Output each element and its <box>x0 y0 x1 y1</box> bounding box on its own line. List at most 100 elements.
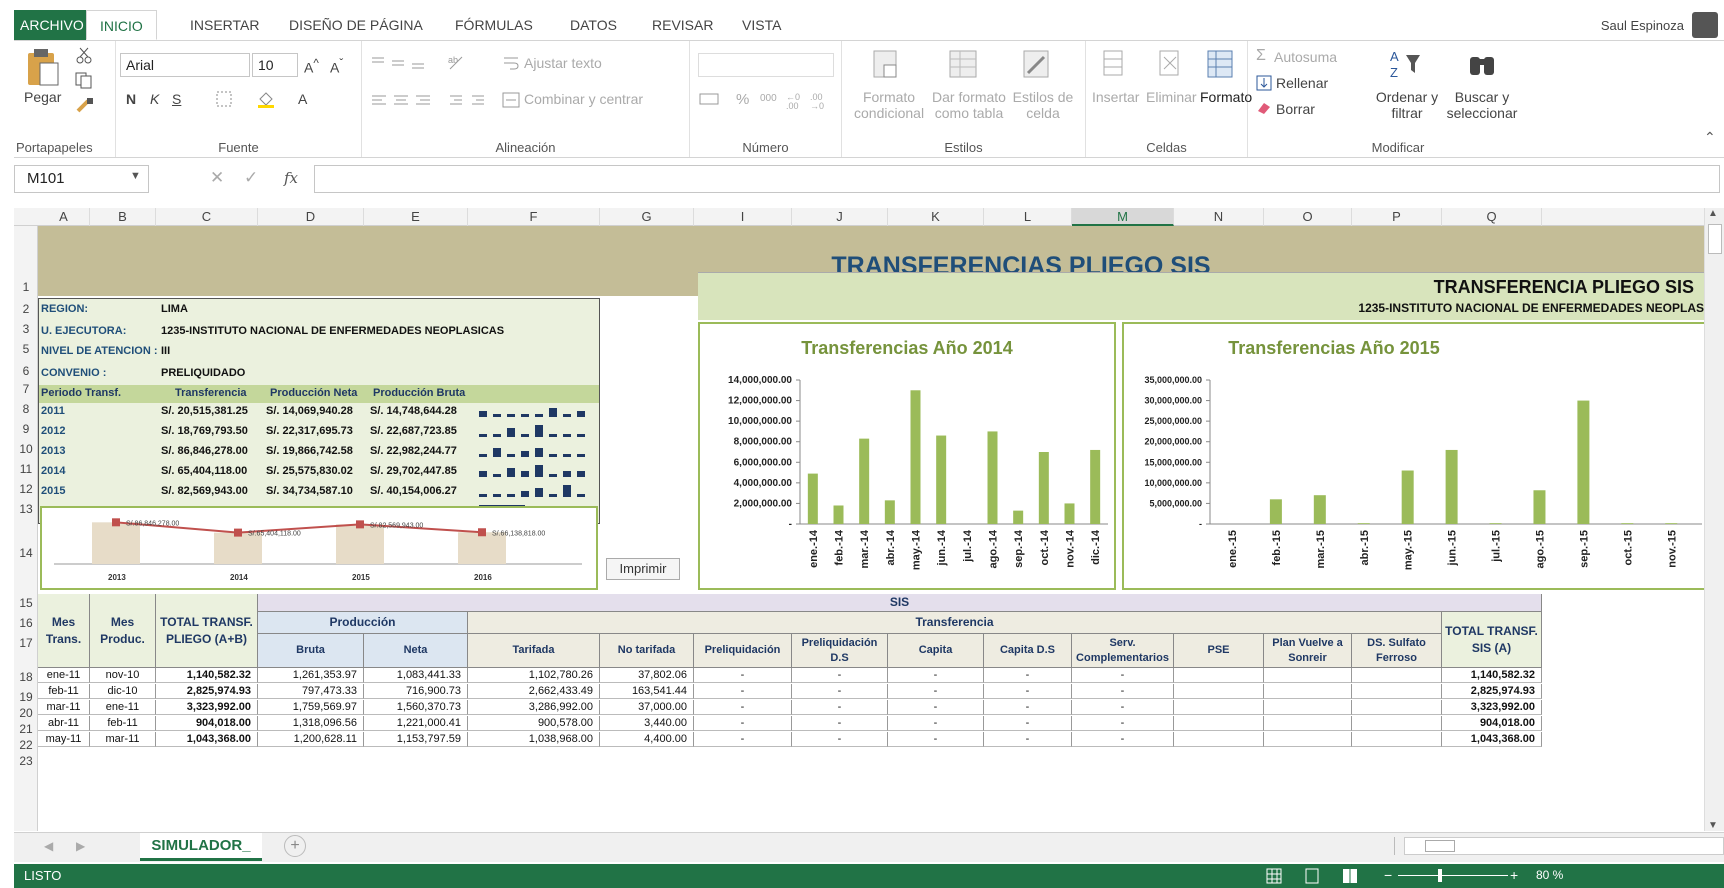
next-sheet-icon[interactable]: ▶ <box>76 839 85 853</box>
zoom-slider[interactable] <box>1398 875 1508 876</box>
paste-icon[interactable] <box>26 47 60 87</box>
col-header-n[interactable]: N <box>1174 208 1264 226</box>
table-cell[interactable]: - <box>888 668 984 683</box>
table-cell[interactable]: - <box>694 684 792 699</box>
table-cell[interactable]: 3,323,992.00 <box>1442 700 1542 715</box>
col-header-p[interactable]: P <box>1352 208 1442 226</box>
sheet-tab-simulador[interactable]: SIMULADOR_ <box>140 833 262 861</box>
col-header-f[interactable]: F <box>468 208 600 226</box>
row-header[interactable]: 7 <box>14 382 38 396</box>
table-cell[interactable]: 904,018.00 <box>156 716 258 731</box>
collapse-ribbon-icon[interactable]: ⌃ <box>1704 129 1716 146</box>
table-cell[interactable]: - <box>888 700 984 715</box>
zoom-slider-thumb[interactable] <box>1438 869 1442 882</box>
wrap-text-button[interactable]: Ajustar texto <box>524 55 602 71</box>
zoom-out-icon[interactable]: − <box>1384 867 1392 883</box>
vertical-align-icon[interactable] <box>370 55 430 71</box>
table-cell[interactable]: ene-11 <box>38 668 90 683</box>
table-cell[interactable]: 904,018.00 <box>1442 716 1542 731</box>
page-layout-icon[interactable] <box>1304 868 1320 884</box>
table-cell[interactable]: feb-11 <box>38 684 90 699</box>
add-sheet-icon[interactable]: + <box>284 835 306 857</box>
table-cell[interactable] <box>1352 732 1442 747</box>
row-header[interactable]: 16 <box>14 616 38 630</box>
scroll-down-icon[interactable]: ▼ <box>1708 820 1718 831</box>
conditional-format-button[interactable]: Formato condicional <box>854 89 924 121</box>
chart-2015[interactable]: Transferencias Año 2015 35,000,000.00 30,… <box>1122 322 1704 590</box>
format-painter-icon[interactable] <box>74 97 96 115</box>
shrink-font-button[interactable]: Aˇ <box>330 57 343 76</box>
bold-button[interactable]: N <box>126 91 136 107</box>
table-cell[interactable]: - <box>792 732 888 747</box>
autosum-button[interactable]: Autosuma <box>1274 49 1337 65</box>
table-cell[interactable]: 1,153,797.59 <box>364 732 468 747</box>
yearly-transfer-chart[interactable]: S/.86,846,278.00 2013 S/.65,404,118.00 2014… <box>40 506 598 590</box>
fill-down-icon[interactable] <box>1256 75 1272 91</box>
table-cell[interactable]: 37,802.06 <box>600 668 694 683</box>
find-select-button[interactable]: Buscar y seleccionar <box>1440 89 1524 121</box>
table-cell[interactable]: - <box>984 716 1072 731</box>
tab-diseno-pagina[interactable]: DISEÑO DE PÁGINA <box>289 10 423 40</box>
font-size-select[interactable]: 10 <box>252 53 298 77</box>
row-header[interactable]: 18 <box>14 670 38 684</box>
increase-decimal-button[interactable]: ←0 .00 <box>786 93 806 111</box>
page-break-icon[interactable] <box>1342 868 1358 884</box>
table-cell[interactable]: - <box>792 684 888 699</box>
tab-revisar[interactable]: REVISAR <box>652 10 713 40</box>
borders-icon[interactable] <box>216 91 234 107</box>
table-cell[interactable] <box>1352 668 1442 683</box>
user-name[interactable]: Saul Espinoza <box>1601 18 1684 33</box>
col-header-c[interactable]: C <box>156 208 258 226</box>
row-header[interactable]: 8 <box>14 402 38 416</box>
tab-insertar[interactable]: INSERTAR <box>190 10 260 40</box>
table-cell[interactable]: - <box>1072 684 1174 699</box>
table-format-icon[interactable] <box>948 47 982 83</box>
horizontal-scrollbar[interactable] <box>1404 837 1724 855</box>
table-cell[interactable] <box>1352 684 1442 699</box>
tab-archivo[interactable]: ARCHIVO <box>14 10 90 40</box>
table-cell[interactable] <box>1174 716 1264 731</box>
cancel-icon[interactable]: ✕ <box>210 168 224 188</box>
delete-cells-icon[interactable] <box>1158 47 1184 81</box>
format-cells-icon[interactable] <box>1204 45 1236 81</box>
table-cell[interactable]: - <box>694 668 792 683</box>
col-header-e[interactable]: E <box>364 208 468 226</box>
table-cell[interactable]: ene-11 <box>90 700 156 715</box>
scrollbar-thumb[interactable] <box>1708 224 1722 254</box>
table-cell[interactable]: - <box>792 668 888 683</box>
insert-cells-button[interactable]: Insertar <box>1092 89 1139 105</box>
table-cell[interactable]: 716,900.73 <box>364 684 468 699</box>
col-header-o[interactable]: O <box>1264 208 1352 226</box>
row-header[interactable]: 15 <box>14 596 38 610</box>
copy-icon[interactable] <box>74 71 96 89</box>
italic-button[interactable]: K <box>150 91 159 107</box>
cell-styles-icon[interactable] <box>1022 47 1052 83</box>
font-name-select[interactable]: Arial <box>120 53 250 77</box>
binoculars-icon[interactable] <box>1466 49 1500 79</box>
conditional-format-icon[interactable] <box>872 47 902 83</box>
row-header[interactable]: 23 <box>14 754 38 768</box>
orientation-icon[interactable]: ab <box>446 53 466 71</box>
table-cell[interactable]: may-11 <box>38 732 90 747</box>
table-cell[interactable]: 3,323,992.00 <box>156 700 258 715</box>
sort-filter-button[interactable]: Ordenar y filtrar <box>1372 89 1442 121</box>
table-cell[interactable] <box>1264 716 1352 731</box>
col-header-m[interactable]: M <box>1072 208 1174 226</box>
row-header[interactable]: 9 <box>14 422 38 436</box>
row-header[interactable]: 14 <box>14 546 38 560</box>
table-format-button[interactable]: Dar formato como tabla <box>932 89 1006 121</box>
table-cell[interactable]: - <box>984 700 1072 715</box>
name-box-dropdown-icon[interactable]: ▼ <box>130 170 141 182</box>
table-cell[interactable]: - <box>1072 716 1174 731</box>
enter-icon[interactable]: ✓ <box>244 168 258 188</box>
table-cell[interactable]: 2,662,433.49 <box>468 684 600 699</box>
table-cell[interactable]: 2,825,974.93 <box>156 684 258 699</box>
table-cell[interactable]: 163,541.44 <box>600 684 694 699</box>
underline-button[interactable]: S <box>172 91 181 107</box>
row-header[interactable]: 19 <box>14 690 38 704</box>
table-cell[interactable]: 3,286,992.00 <box>468 700 600 715</box>
table-cell[interactable]: 37,000.00 <box>600 700 694 715</box>
insert-function-button[interactable]: fx <box>284 169 298 187</box>
table-cell[interactable]: 1,318,096.56 <box>258 716 364 731</box>
table-cell[interactable]: 3,440.00 <box>600 716 694 731</box>
